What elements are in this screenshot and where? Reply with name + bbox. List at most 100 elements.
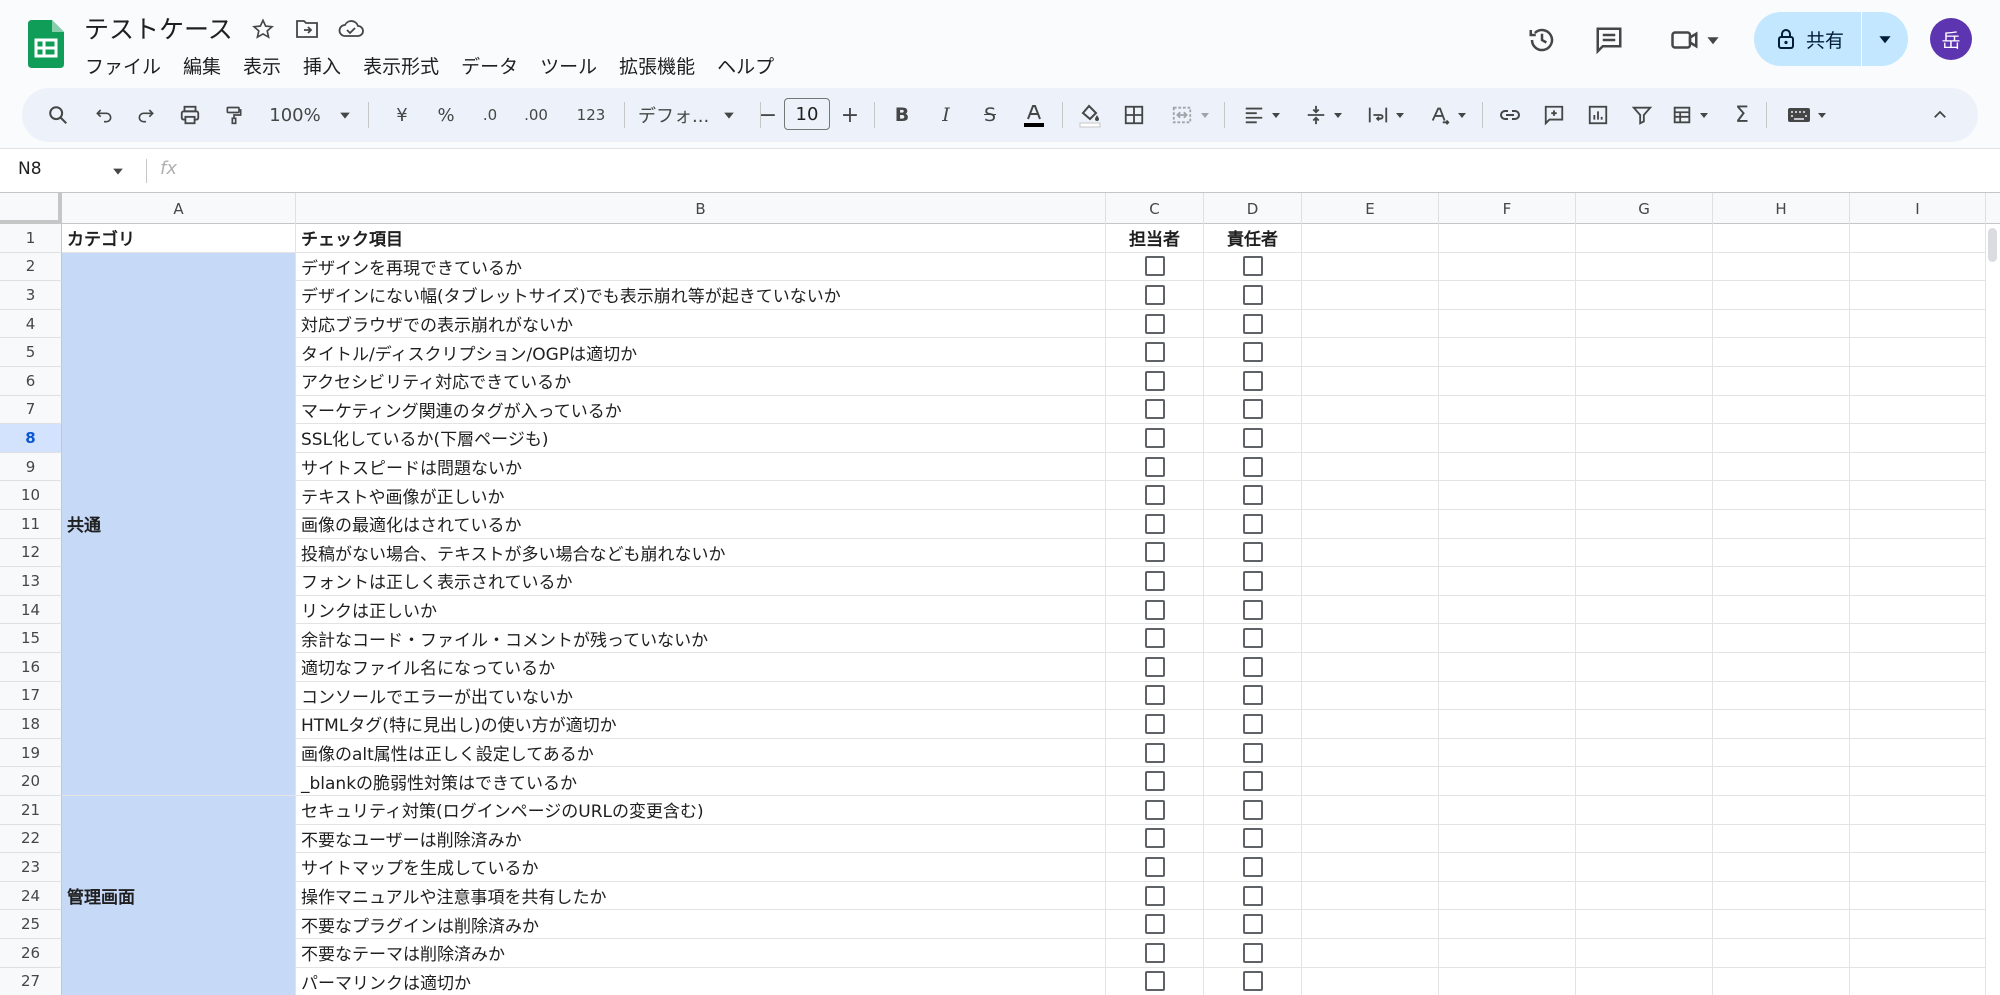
reviewer-cell[interactable] [1204, 967, 1302, 995]
cell[interactable] [1713, 910, 1850, 939]
column-header-i[interactable]: I [1850, 193, 1986, 224]
check-item-cell[interactable]: パーマリンクは適切か [296, 967, 1106, 995]
reviewer-checkbox[interactable] [1242, 456, 1263, 477]
cell[interactable] [1713, 796, 1850, 825]
version-history-icon[interactable] [1520, 18, 1564, 62]
category-cell[interactable]: 管理画面 [62, 796, 296, 995]
assignee-checkbox[interactable] [1144, 828, 1165, 849]
name-box[interactable]: N8 [18, 159, 42, 179]
reviewer-checkbox[interactable] [1242, 256, 1263, 277]
reviewer-cell[interactable] [1204, 252, 1302, 282]
table-view-icon[interactable] [1662, 97, 1718, 133]
header-cell-category[interactable]: カテゴリ [62, 224, 296, 253]
cell[interactable] [1576, 767, 1713, 796]
cell[interactable] [1302, 967, 1439, 995]
category-cell[interactable]: 共通 [62, 252, 296, 796]
row-header[interactable]: 25 [0, 910, 62, 939]
currency-format-button[interactable]: ¥ [384, 97, 420, 133]
cell[interactable] [1850, 881, 1986, 911]
reviewer-cell[interactable] [1204, 939, 1302, 968]
vertical-align-icon[interactable] [1296, 97, 1352, 133]
check-item-cell[interactable]: 画像の最適化はされているか [296, 510, 1106, 539]
cell[interactable] [1576, 796, 1713, 825]
assignee-checkbox[interactable] [1144, 742, 1165, 763]
text-rotation-icon[interactable] [1420, 97, 1476, 133]
row-header[interactable]: 10 [0, 481, 62, 510]
reviewer-cell[interactable] [1204, 395, 1302, 425]
header-cell-check-item[interactable]: チェック項目 [296, 224, 1106, 253]
reviewer-checkbox[interactable] [1242, 284, 1263, 305]
cell[interactable] [1713, 309, 1850, 339]
assignee-cell[interactable] [1106, 824, 1204, 854]
undo-icon[interactable] [86, 97, 122, 133]
cell[interactable] [1576, 567, 1713, 596]
reviewer-cell[interactable] [1204, 910, 1302, 939]
cell[interactable] [1850, 796, 1986, 825]
row-header[interactable]: 14 [0, 595, 62, 625]
assignee-cell[interactable] [1106, 452, 1204, 482]
reviewer-checkbox[interactable] [1242, 914, 1263, 935]
functions-icon[interactable]: Σ [1724, 97, 1760, 133]
assignee-checkbox[interactable] [1144, 942, 1165, 963]
cell[interactable] [1850, 538, 1986, 568]
star-icon[interactable] [248, 14, 278, 44]
check-item-cell[interactable]: マーケティング関連のタグが入っているか [296, 395, 1106, 425]
cell[interactable] [1302, 796, 1439, 825]
assignee-cell[interactable] [1106, 395, 1204, 425]
check-item-cell[interactable]: 不要なプラグインは削除済みか [296, 910, 1106, 939]
assignee-cell[interactable] [1106, 738, 1204, 768]
print-icon[interactable] [172, 97, 208, 133]
check-item-cell[interactable]: コンソールでエラーが出ていないか [296, 681, 1106, 711]
cell[interactable] [1439, 510, 1576, 539]
cell[interactable] [1713, 252, 1850, 282]
reviewer-checkbox[interactable] [1242, 742, 1263, 763]
reviewer-checkbox[interactable] [1242, 713, 1263, 734]
cell[interactable] [1439, 481, 1576, 510]
assignee-cell[interactable] [1106, 939, 1204, 968]
cell[interactable] [1850, 710, 1986, 739]
search-icon[interactable] [40, 97, 76, 133]
cell[interactable] [1713, 452, 1850, 482]
increase-font-size-icon[interactable]: + [832, 97, 868, 133]
column-header-h[interactable]: H [1713, 193, 1850, 224]
cell[interactable] [1576, 395, 1713, 425]
insert-chart-icon[interactable] [1580, 97, 1616, 133]
cell[interactable] [1576, 338, 1713, 367]
reviewer-cell[interactable] [1204, 710, 1302, 739]
cell[interactable] [1302, 309, 1439, 339]
cell[interactable] [1576, 653, 1713, 682]
cell[interactable] [1713, 281, 1850, 310]
row-header[interactable]: 6 [0, 367, 62, 396]
reviewer-cell[interactable] [1204, 338, 1302, 367]
cell[interactable] [1713, 681, 1850, 711]
decrease-font-size-icon[interactable]: − [750, 97, 786, 133]
cell[interactable] [1576, 538, 1713, 568]
cell[interactable] [1576, 252, 1713, 282]
check-item-cell[interactable]: 不要なテーマは削除済みか [296, 939, 1106, 968]
cell[interactable] [1713, 939, 1850, 968]
assignee-checkbox[interactable] [1144, 685, 1165, 706]
assignee-checkbox[interactable] [1144, 713, 1165, 734]
check-item-cell[interactable]: タイトル/ディスクリプション/OGPは適切か [296, 338, 1106, 367]
cell[interactable] [1576, 224, 1713, 253]
cell[interactable] [1576, 681, 1713, 711]
cell[interactable] [1713, 653, 1850, 682]
cell[interactable] [1713, 567, 1850, 596]
percent-format-button[interactable]: % [428, 97, 464, 133]
assignee-cell[interactable] [1106, 538, 1204, 568]
assignee-cell[interactable] [1106, 281, 1204, 310]
check-item-cell[interactable]: セキュリティ対策(ログインページのURLの変更含む) [296, 796, 1106, 825]
cell[interactable] [1302, 510, 1439, 539]
assignee-checkbox[interactable] [1144, 256, 1165, 277]
assignee-checkbox[interactable] [1144, 914, 1165, 935]
cell[interactable] [1576, 881, 1713, 911]
cell[interactable] [1439, 395, 1576, 425]
reviewer-cell[interactable] [1204, 881, 1302, 911]
cell[interactable] [1302, 681, 1439, 711]
assignee-cell[interactable] [1106, 796, 1204, 825]
row-header[interactable]: 27 [0, 967, 62, 995]
check-item-cell[interactable]: 適切なファイル名になっているか [296, 653, 1106, 682]
cell[interactable] [1713, 338, 1850, 367]
cell[interactable] [1302, 910, 1439, 939]
zoom-select[interactable]: 100% [262, 97, 358, 133]
